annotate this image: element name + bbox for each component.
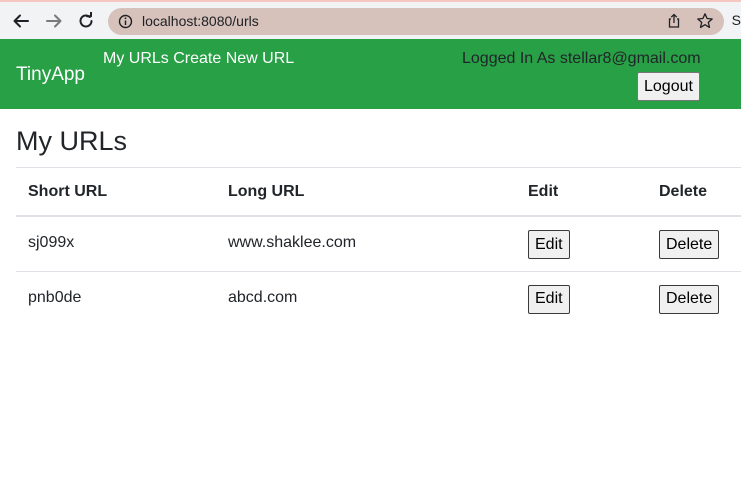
brand-link[interactable]: TinyApp bbox=[16, 64, 85, 86]
app-navbar: TinyApp My URLs Create New URL Logged In… bbox=[0, 39, 741, 109]
my-urls-link[interactable]: My URLs bbox=[103, 50, 169, 67]
browser-toolbar: localhost:8080/urls S bbox=[0, 0, 741, 39]
forward-icon[interactable] bbox=[43, 10, 65, 32]
address-bar[interactable]: localhost:8080/urls bbox=[108, 8, 724, 35]
edit-button[interactable]: Edit bbox=[528, 284, 570, 314]
page-title: My URLs bbox=[16, 126, 128, 156]
logout-button[interactable]: Logout bbox=[637, 72, 700, 101]
delete-cell: Delete bbox=[647, 216, 741, 272]
create-new-url-link[interactable]: Create New URL bbox=[173, 50, 294, 67]
bookmark-star-icon[interactable] bbox=[696, 12, 714, 30]
urls-table: Short URL Long URL Edit Delete sj099x ww… bbox=[16, 168, 741, 326]
share-icon[interactable] bbox=[666, 13, 682, 29]
edit-cell: Edit bbox=[516, 271, 647, 326]
logged-in-status: Logged In As stellar8@gmail.com bbox=[462, 50, 701, 67]
edit-cell: Edit bbox=[516, 216, 647, 272]
url-text[interactable]: localhost:8080/urls bbox=[142, 13, 259, 29]
nav-links: My URLs Create New URL bbox=[103, 50, 294, 68]
extension-icon[interactable]: S bbox=[732, 12, 741, 28]
short-url-cell: sj099x bbox=[16, 216, 216, 272]
header-short-url: Short URL bbox=[16, 168, 216, 217]
header-delete: Delete bbox=[647, 168, 741, 217]
header-long-url: Long URL bbox=[216, 168, 516, 217]
delete-cell: Delete bbox=[647, 271, 741, 326]
table-row: pnb0de abcd.com Edit Delete bbox=[16, 271, 741, 326]
long-url-cell: www.shaklee.com bbox=[216, 216, 516, 272]
table-row: sj099x www.shaklee.com Edit Delete bbox=[16, 216, 741, 272]
short-url-cell: pnb0de bbox=[28, 288, 82, 306]
delete-button[interactable]: Delete bbox=[659, 284, 720, 314]
back-icon[interactable] bbox=[10, 10, 32, 32]
delete-button[interactable]: Delete bbox=[659, 230, 720, 259]
edit-button[interactable]: Edit bbox=[528, 230, 570, 259]
long-url-cell: abcd.com bbox=[228, 288, 298, 306]
table-header-row: Short URL Long URL Edit Delete bbox=[16, 168, 741, 217]
reload-icon[interactable] bbox=[75, 10, 97, 32]
site-info-icon[interactable] bbox=[118, 14, 133, 29]
header-edit: Edit bbox=[516, 168, 647, 217]
